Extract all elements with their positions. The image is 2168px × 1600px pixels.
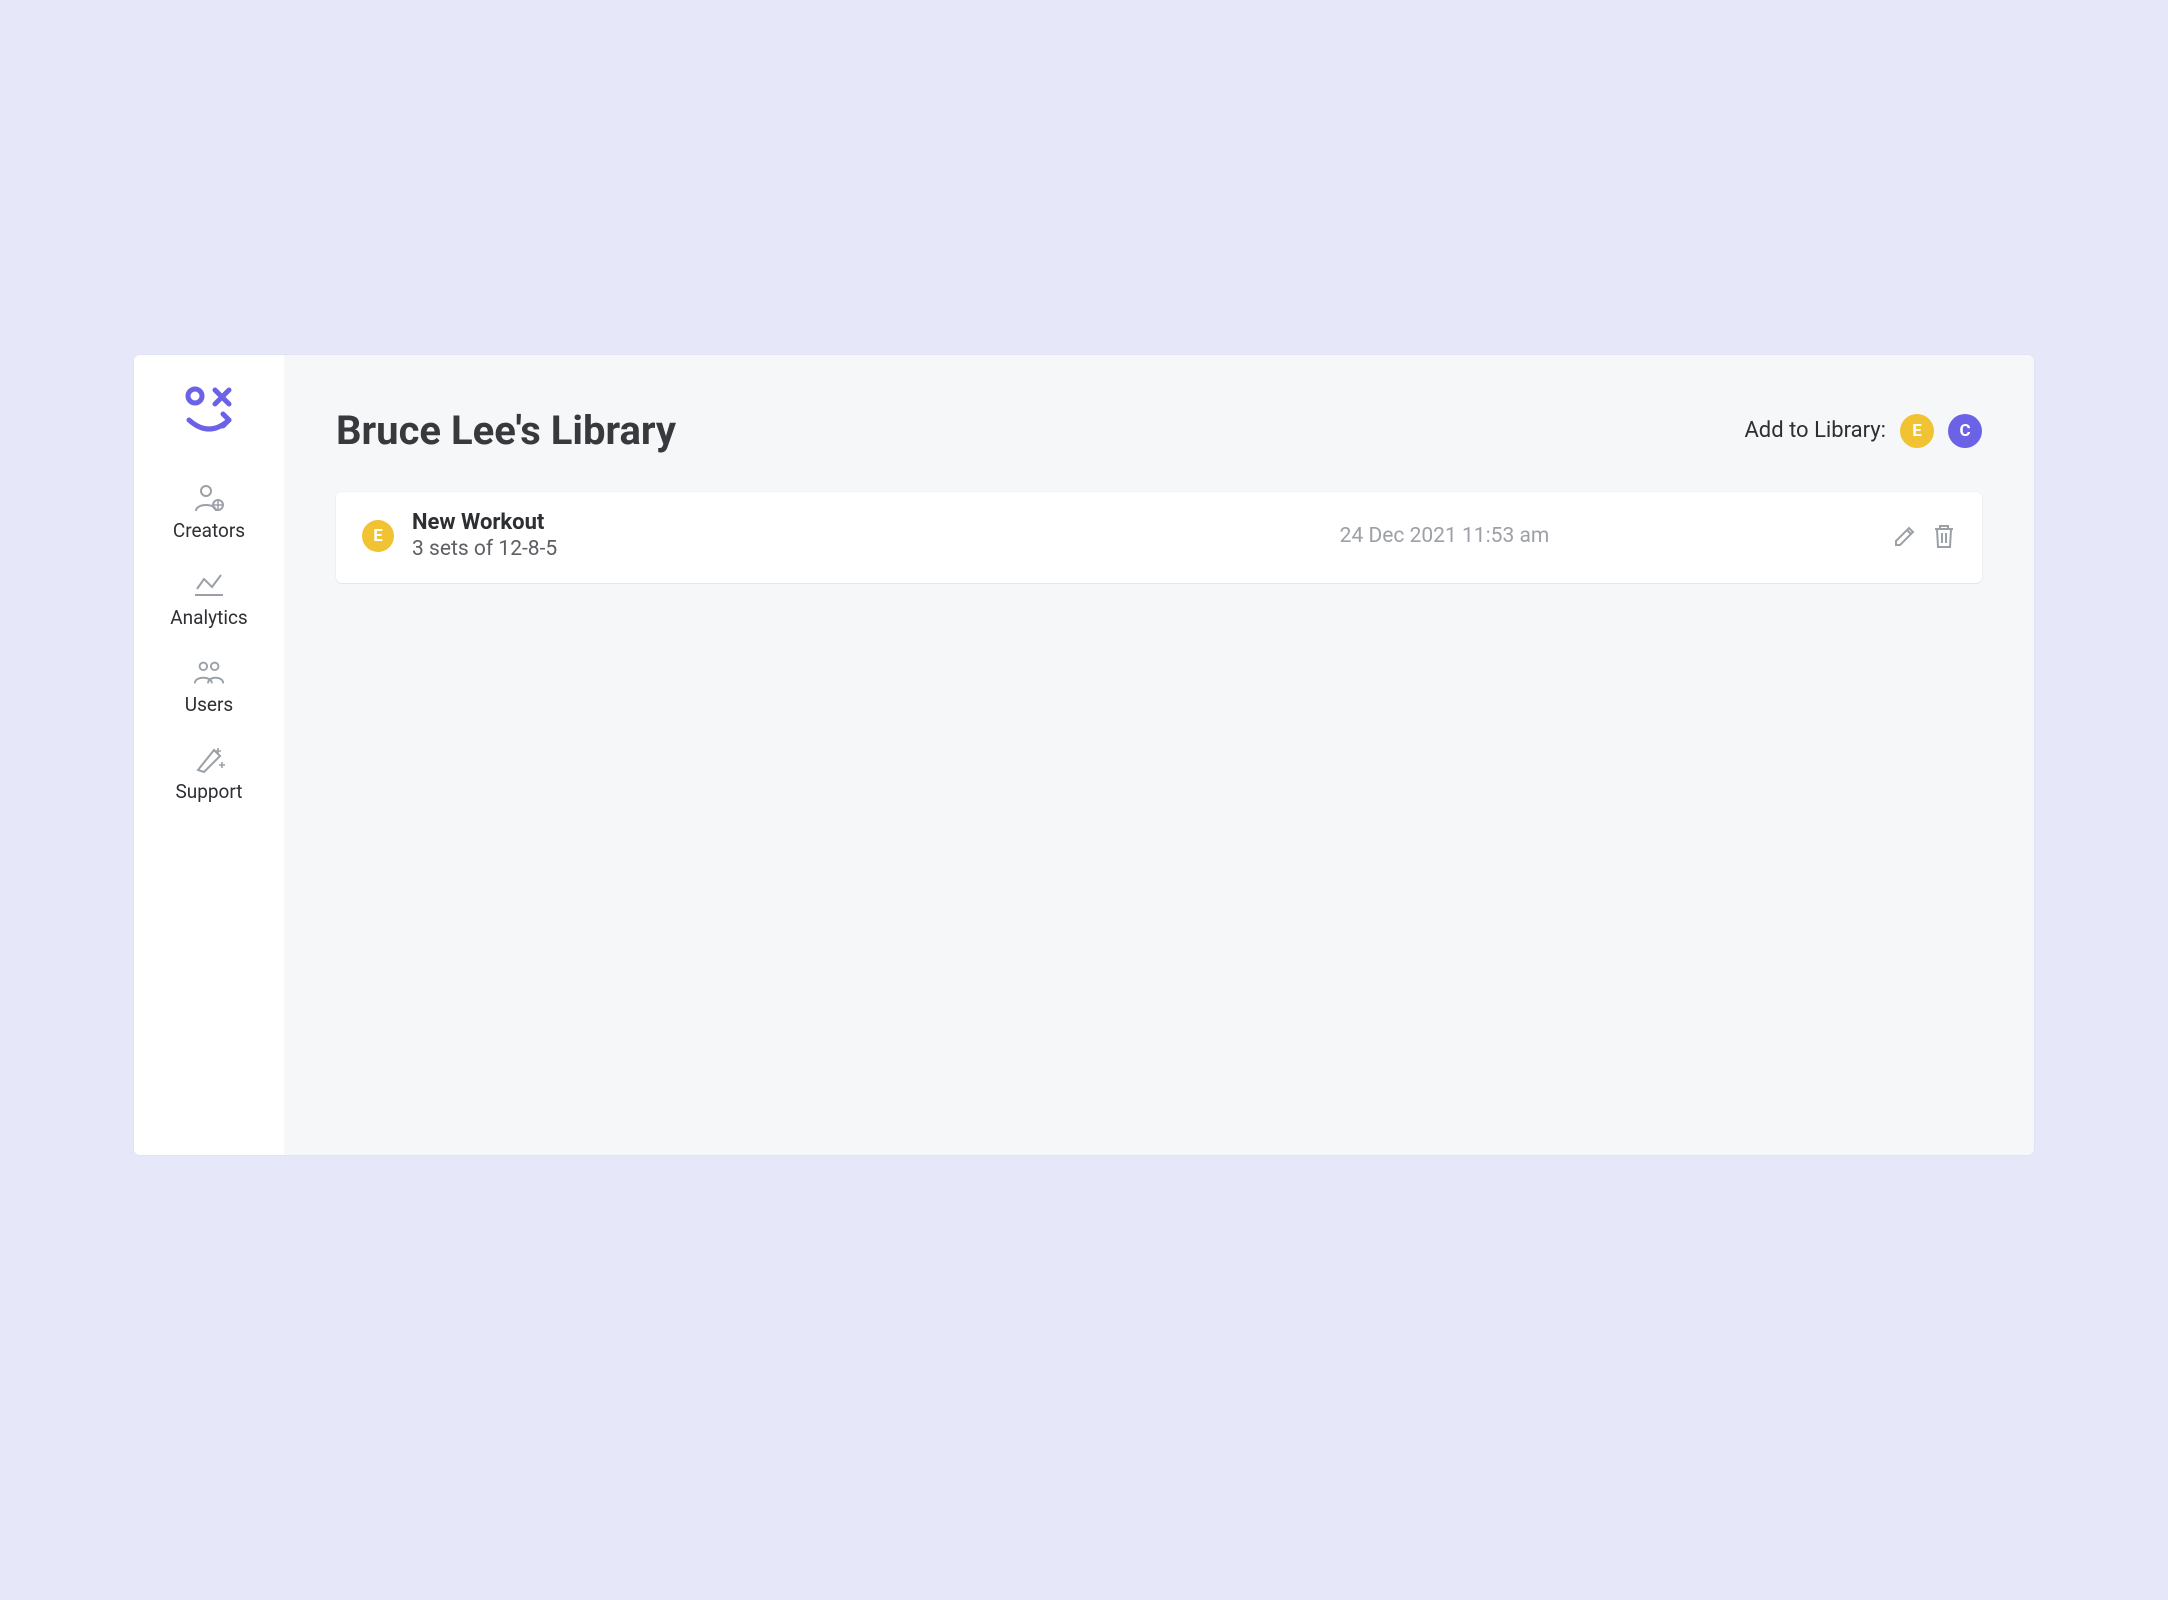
sidebar: Creators Analytics Users [134, 355, 284, 1155]
sidebar-item-label: Creators [173, 519, 245, 542]
library-item-title: New Workout [412, 510, 557, 536]
sidebar-item-analytics[interactable]: Analytics [134, 556, 284, 643]
pencil-icon [1892, 523, 1918, 549]
sidebar-item-label: Support [175, 780, 242, 803]
sidebar-item-support[interactable]: Support [134, 730, 284, 817]
support-icon [192, 742, 226, 776]
creators-icon [192, 481, 226, 515]
add-to-library-label: Add to Library: [1744, 418, 1886, 443]
library-item-texts: New Workout 3 sets of 12-8-5 [412, 510, 557, 563]
library-item-actions [1892, 522, 1956, 550]
add-exercise-button[interactable]: E [1900, 414, 1934, 448]
add-to-library: Add to Library: E C [1744, 414, 1982, 448]
edit-button[interactable] [1892, 523, 1918, 549]
app-logo-icon [182, 383, 236, 437]
header: Bruce Lee's Library Add to Library: E C [336, 407, 1982, 454]
sidebar-item-label: Users [185, 693, 233, 716]
page-title: Bruce Lee's Library [336, 407, 676, 454]
sidebar-item-creators[interactable]: Creators [134, 469, 284, 556]
sidebar-item-users[interactable]: Users [134, 643, 284, 730]
library-item-row[interactable]: E New Workout 3 sets of 12-8-5 24 Dec 20… [336, 492, 1982, 583]
item-type-badge: E [362, 520, 394, 552]
delete-button[interactable] [1932, 522, 1956, 550]
sidebar-item-label: Analytics [170, 606, 247, 629]
users-icon [192, 655, 226, 689]
analytics-icon [192, 568, 226, 602]
library-item-subtitle: 3 sets of 12-8-5 [412, 536, 557, 562]
main-content: Bruce Lee's Library Add to Library: E C … [284, 355, 2034, 1155]
add-circuit-button[interactable]: C [1948, 414, 1982, 448]
trash-icon [1932, 522, 1956, 550]
app-frame: Creators Analytics Users [134, 355, 2034, 1155]
library-item-date: 24 Dec 2021 11:53 am [997, 524, 1892, 548]
